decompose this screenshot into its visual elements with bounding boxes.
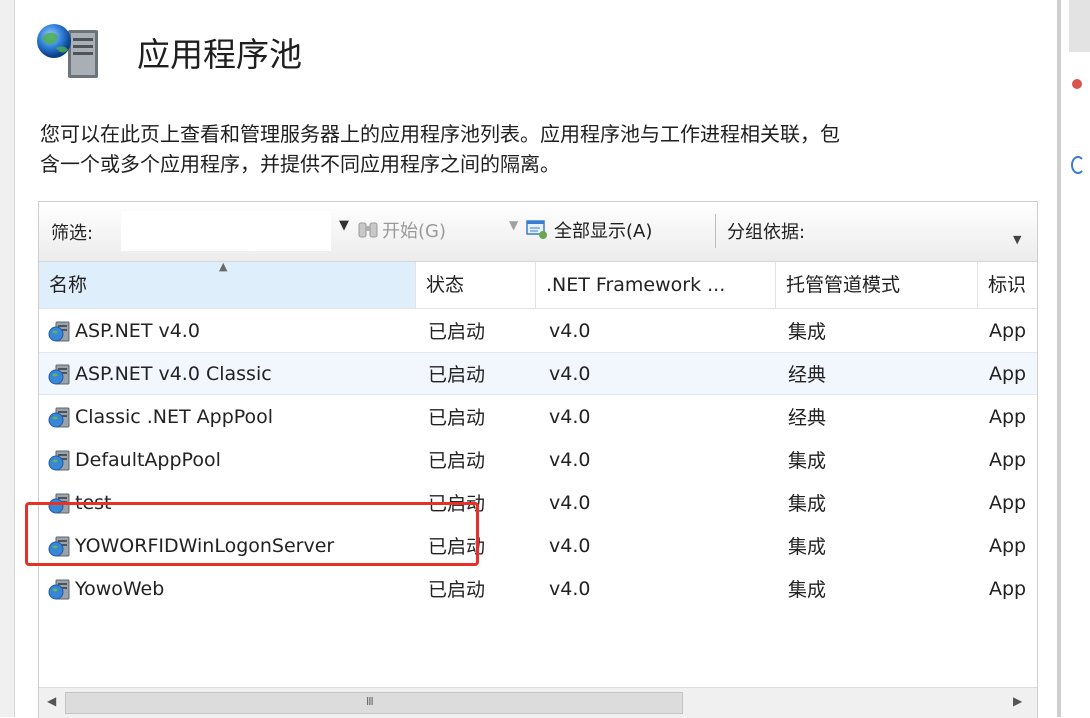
app-pool-list: 筛选: ▼ 开始(G) ▼ 全部显示(A) 分组依据: ▼ ▲ 名称 状态 .N… xyxy=(38,201,1038,718)
cell-pipeline: 集成 xyxy=(788,493,827,515)
table-row[interactable]: ASP.NET v4.0 Classic 已启动 v4.0 经典 App xyxy=(39,352,1037,395)
cell-framework: v4.0 xyxy=(549,534,591,557)
column-header-label: 标识 xyxy=(988,274,1027,296)
pool-name: YowoWeb xyxy=(75,577,165,600)
filter-input[interactable] xyxy=(121,211,331,251)
pool-name: Classic .NET AppPool xyxy=(75,405,274,428)
cell-status: 已启动 xyxy=(428,450,486,472)
cell-pipeline: 经典 xyxy=(788,407,827,429)
page-title: 应用程序池 xyxy=(137,35,302,74)
cell-name: test xyxy=(39,481,424,524)
cell-framework: v4.0 xyxy=(549,405,591,428)
cell-pipeline: 经典 xyxy=(788,364,827,386)
start-label: 开始(G) xyxy=(382,221,446,242)
cell-name: YOWORFIDWinLogonServer xyxy=(39,524,424,567)
description-line: 您可以在此页上查看和管理服务器上的应用程序池列表。应用程序池与工作进程相关联，包 xyxy=(40,122,840,146)
binoculars-icon xyxy=(358,222,378,238)
cell-pipeline: 集成 xyxy=(788,536,827,558)
cell-name: DefaultAppPool xyxy=(39,438,424,481)
cell-pipeline: 集成 xyxy=(788,321,827,343)
filter-dropdown-icon[interactable]: ▼ xyxy=(339,218,349,233)
cell-identity: App xyxy=(989,534,1027,557)
cell-framework: v4.0 xyxy=(549,448,591,471)
table-row[interactable]: Classic .NET AppPool 已启动 v4.0 经典 App xyxy=(39,395,1037,438)
column-header-pipeline[interactable]: 托管管道模式 xyxy=(776,262,978,308)
cell-pipeline: 集成 xyxy=(788,450,827,472)
toolbar-separator xyxy=(715,214,716,248)
cell-status: 已启动 xyxy=(428,321,486,343)
action-icon[interactable] xyxy=(1071,78,1083,90)
actions-pane-header xyxy=(1069,0,1090,52)
app-pool-icon xyxy=(48,364,70,384)
cell-framework: v4.0 xyxy=(549,319,591,342)
column-header-name[interactable]: ▲ 名称 xyxy=(39,262,416,308)
pool-name: test xyxy=(75,491,112,514)
app-pool-icon xyxy=(48,579,70,599)
show-all-button[interactable]: 全部显示(A) xyxy=(526,211,652,249)
window-left-border xyxy=(0,0,15,717)
scrollbar-thumb[interactable]: III xyxy=(65,692,683,714)
cell-status: 已启动 xyxy=(428,536,486,558)
table-row[interactable]: ASP.NET v4.0 已启动 v4.0 集成 App xyxy=(39,309,1037,352)
cell-identity: App xyxy=(989,362,1027,385)
cell-name: ASP.NET v4.0 xyxy=(39,309,424,352)
cell-status: 已启动 xyxy=(428,407,486,429)
application-pools-icon xyxy=(37,24,98,78)
toolbar-overflow-icon[interactable]: ▼ xyxy=(1013,233,1021,246)
scrollbar-grip: III xyxy=(366,695,374,708)
page-description: 您可以在此页上查看和管理服务器上的应用程序池列表。应用程序池与工作进程相关联，包… xyxy=(40,119,1020,179)
cell-status: 已启动 xyxy=(428,364,486,386)
start-button[interactable]: 开始(G) xyxy=(357,212,446,248)
cell-name: Classic .NET AppPool xyxy=(39,395,424,438)
app-pool-icon xyxy=(48,493,70,513)
column-header-label: .NET Framework ... xyxy=(546,274,726,296)
column-header-label: 状态 xyxy=(426,274,465,296)
cell-status: 已启动 xyxy=(428,493,486,515)
sort-ascending-icon: ▲ xyxy=(219,262,228,273)
filter-label: 筛选: xyxy=(51,223,94,244)
cell-pipeline: 集成 xyxy=(788,579,827,601)
cell-framework: v4.0 xyxy=(549,362,591,385)
column-header-label: 名称 xyxy=(49,274,88,296)
column-header-label: 托管管道模式 xyxy=(786,274,901,296)
column-header-identity[interactable]: 标识 xyxy=(978,262,1037,308)
table-row[interactable]: test 已启动 v4.0 集成 App xyxy=(39,481,1037,524)
table-row[interactable]: DefaultAppPool 已启动 v4.0 集成 App xyxy=(39,438,1037,481)
help-icon[interactable] xyxy=(1071,156,1085,174)
cell-identity: App xyxy=(989,491,1027,514)
cell-framework: v4.0 xyxy=(549,577,591,600)
cell-identity: App xyxy=(989,577,1027,600)
scroll-left-icon[interactable]: ◀ xyxy=(47,694,56,708)
app-pool-icon xyxy=(48,321,70,341)
table-row[interactable]: YOWORFIDWinLogonServer 已启动 v4.0 集成 App xyxy=(39,524,1037,567)
description-line: 含一个或多个应用程序，并提供不同应用程序之间的隔离。 xyxy=(40,152,560,176)
horizontal-scrollbar[interactable]: ◀ III ▶ xyxy=(39,687,1037,718)
filter-toolbar: 筛选: ▼ 开始(G) ▼ 全部显示(A) 分组依据: ▼ xyxy=(39,202,1037,262)
cell-name: YowoWeb xyxy=(39,567,424,610)
table-row[interactable]: YowoWeb 已启动 v4.0 集成 App xyxy=(39,567,1037,610)
app-pool-icon xyxy=(48,536,70,556)
pool-name: ASP.NET v4.0 Classic xyxy=(75,362,272,385)
scroll-right-icon[interactable]: ▶ xyxy=(1013,694,1022,708)
pool-name: ASP.NET v4.0 xyxy=(75,319,200,342)
show-all-label: 全部显示(A) xyxy=(554,221,653,242)
cell-framework: v4.0 xyxy=(549,491,591,514)
actions-pane xyxy=(1061,0,1090,717)
start-dropdown-icon[interactable]: ▼ xyxy=(509,218,518,232)
column-header-framework[interactable]: .NET Framework ... xyxy=(536,262,776,308)
group-by-label[interactable]: 分组依据: xyxy=(727,218,805,244)
show-all-icon xyxy=(526,220,547,239)
app-pool-icon xyxy=(48,407,70,427)
cell-status: 已启动 xyxy=(428,579,486,601)
app-pool-icon xyxy=(48,450,70,470)
column-header-row: ▲ 名称 状态 .NET Framework ... 托管管道模式 标识 xyxy=(39,262,1037,309)
cell-name: ASP.NET v4.0 Classic xyxy=(39,353,424,394)
cell-identity: App xyxy=(989,448,1027,471)
cell-identity: App xyxy=(989,405,1027,428)
app-pool-rows: ASP.NET v4.0 已启动 v4.0 集成 App ASP.NET v4.… xyxy=(39,309,1037,610)
cell-identity: App xyxy=(989,319,1027,342)
column-header-status[interactable]: 状态 xyxy=(416,262,536,308)
pool-name: YOWORFIDWinLogonServer xyxy=(75,534,335,557)
pool-name: DefaultAppPool xyxy=(75,448,221,471)
